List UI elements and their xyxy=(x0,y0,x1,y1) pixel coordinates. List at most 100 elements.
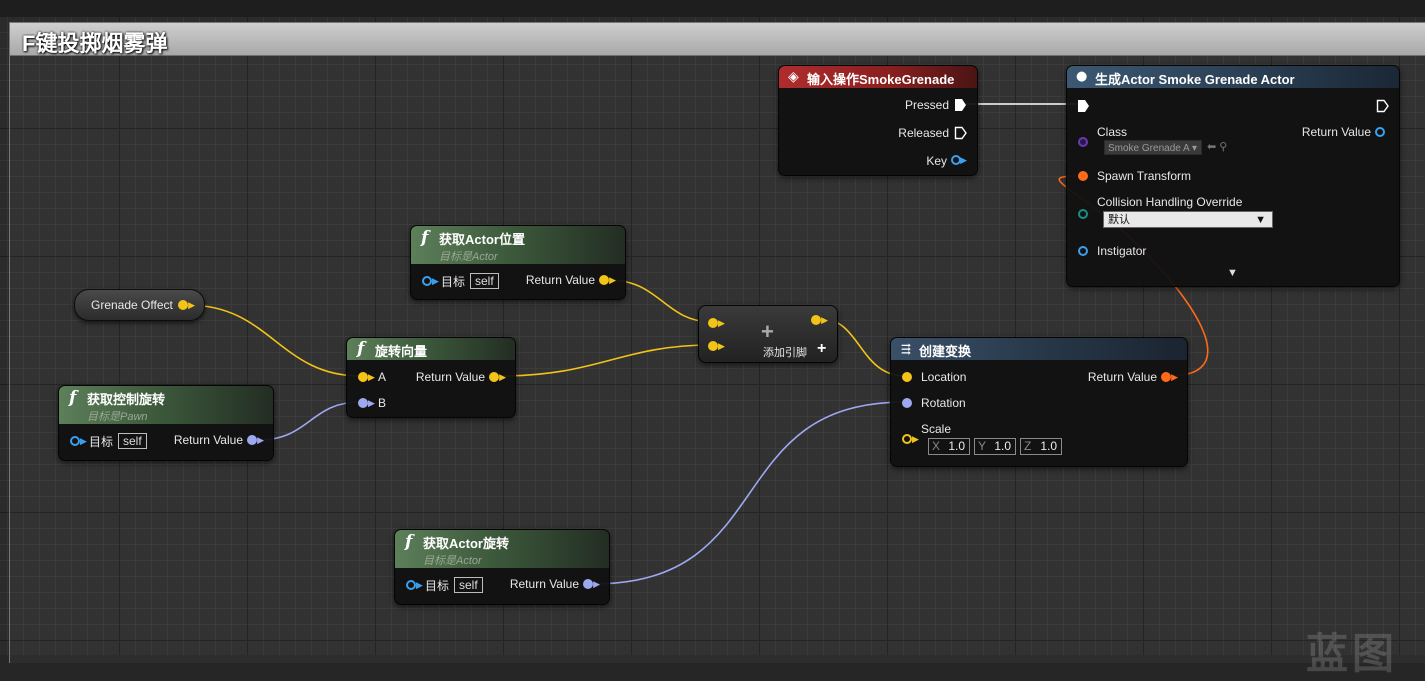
scale-z-axis: Z xyxy=(1024,439,1032,453)
input-action-node[interactable]: ◈ 输入操作SmokeGrenade Pressed Released Key … xyxy=(778,65,978,176)
watermark: 蓝图 xyxy=(1306,630,1399,677)
control-target-pin[interactable] xyxy=(70,436,80,446)
add-pin-label[interactable]: 添加引脚 xyxy=(763,344,807,360)
spawn-transform-pin[interactable] xyxy=(1078,171,1088,181)
location-pin[interactable] xyxy=(902,372,912,382)
transform-return-arrow-icon: ▶ xyxy=(1171,372,1178,382)
class-select[interactable]: Smoke Grenade A ▾ xyxy=(1104,140,1202,155)
add-input-a-pin[interactable] xyxy=(708,318,718,328)
actor-rotation-return-label: Return Value xyxy=(509,577,579,591)
function-icon: f xyxy=(357,339,365,359)
scale-pin[interactable] xyxy=(902,434,912,444)
actor-rotation-target-pin[interactable] xyxy=(406,580,416,590)
actor-rotation-return-arrow-icon: ▶ xyxy=(593,579,600,589)
released-exec-pin[interactable] xyxy=(954,126,967,140)
actor-rotation-return-pin[interactable] xyxy=(583,579,593,589)
dropdown-arrow-icon: ▼ xyxy=(1255,214,1266,226)
key-pin-arrow-icon: ▶ xyxy=(960,155,967,165)
wire-actor-rotation-to-rotation[interactable] xyxy=(592,401,906,585)
collision-dropdown[interactable]: 默认 ▼ xyxy=(1103,211,1273,228)
location-target-label: 目标 xyxy=(441,275,466,289)
scale-z-value: 1.0 xyxy=(1040,439,1057,453)
key-label: Key xyxy=(926,154,947,168)
scale-x-field[interactable]: X 1.0 xyxy=(928,438,970,455)
rotation-pin[interactable] xyxy=(902,398,912,408)
scale-z-field[interactable]: Z 1.0 xyxy=(1020,438,1062,455)
make-transform-node[interactable]: ⇶ 创建变换 Location Rotation ▶ Scale X 1.0 Y1… xyxy=(890,337,1188,467)
input-action-title: 输入操作SmokeGrenade xyxy=(807,72,955,87)
control-target-label: 目标 xyxy=(89,435,114,449)
input-action-header[interactable]: ◈ 输入操作SmokeGrenade xyxy=(779,66,977,88)
actor-rotation-self-box[interactable]: self xyxy=(454,577,483,593)
function-icon: f xyxy=(405,532,413,552)
pressed-label: Pressed xyxy=(904,98,949,112)
rotate-b-pin[interactable] xyxy=(358,398,368,408)
scale-y-field[interactable]: Y 1.0 xyxy=(974,438,1016,455)
class-select-value: Smoke Grenade A xyxy=(1108,143,1190,154)
rotate-vector-node[interactable]: f 旋转向量 ▶ A ▶ B Return Value ▶ xyxy=(346,337,516,418)
expand-advanced-icon[interactable]: ▼ xyxy=(1227,267,1238,279)
event-diamond-icon: ◈ xyxy=(788,69,799,85)
collision-pin[interactable] xyxy=(1078,209,1088,219)
wire-grenade-offect-to-a[interactable] xyxy=(187,304,361,377)
rotate-a-pin[interactable] xyxy=(358,372,368,382)
spawn-exec-out-pin[interactable] xyxy=(1376,99,1389,113)
add-input-b-arrow-icon: ▶ xyxy=(718,341,725,351)
rotation-label: Rotation xyxy=(921,396,966,410)
add-input-b-pin[interactable] xyxy=(708,341,718,351)
grenade-offect-variable[interactable]: Grenade Offect ▶ xyxy=(74,289,205,321)
make-struct-icon: ⇶ xyxy=(901,342,912,356)
spawn-actor-node[interactable]: ● 生成Actor Smoke Grenade Actor Class Smok… xyxy=(1066,65,1400,287)
location-return-pin[interactable] xyxy=(599,275,609,285)
spawn-return-label: Return Value xyxy=(1301,125,1371,139)
get-actor-rotation-subtitle: 目标是Actor xyxy=(423,555,482,567)
get-control-rotation-node[interactable]: f 获取控制旋转 目标是Pawn ▶ 目标 self Return Value … xyxy=(58,385,274,461)
control-return-arrow-icon: ▶ xyxy=(257,435,264,445)
transform-return-pin[interactable] xyxy=(1161,372,1171,382)
function-icon: f xyxy=(421,228,429,248)
spawn-exec-in-pin[interactable] xyxy=(1077,99,1090,113)
get-actor-location-subtitle: 目标是Actor xyxy=(439,251,498,263)
add-output-arrow-icon: ▶ xyxy=(821,315,828,325)
add-output-pin[interactable] xyxy=(811,315,821,325)
scale-y-axis: Y xyxy=(978,439,987,453)
spawn-return-pin[interactable] xyxy=(1375,127,1385,137)
make-transform-header[interactable]: ⇶ 创建变换 xyxy=(891,338,1187,360)
rotate-a-arrow-icon: ▶ xyxy=(368,372,375,382)
rotate-vector-header[interactable]: f 旋转向量 xyxy=(347,338,515,360)
class-browse-icons[interactable]: ⬅ ⚲ xyxy=(1207,140,1227,153)
rotate-b-label: B xyxy=(378,396,387,410)
location-target-pin[interactable] xyxy=(422,276,432,286)
add-input-a-arrow-icon: ▶ xyxy=(718,318,725,328)
add-pin-plus-icon[interactable]: + xyxy=(817,340,826,358)
add-vector-node[interactable]: ▶ ▶ + ▶ 添加引脚 + xyxy=(698,305,838,363)
location-return-arrow-icon: ▶ xyxy=(609,275,616,285)
scale-arrow-icon: ▶ xyxy=(912,434,919,444)
actor-rotation-target-label: 目标 xyxy=(425,579,450,593)
get-actor-location-header[interactable]: f 获取Actor位置 目标是Actor xyxy=(411,226,625,264)
get-actor-rotation-header[interactable]: f 获取Actor旋转 目标是Actor xyxy=(395,530,609,568)
location-self-box[interactable]: self xyxy=(470,273,499,289)
get-actor-location-node[interactable]: f 获取Actor位置 目标是Actor ▶ 目标 self Return Va… xyxy=(410,225,626,300)
rotate-return-pin[interactable] xyxy=(489,372,499,382)
location-target-arrow-icon: ▶ xyxy=(432,276,439,286)
scale-y-value: 1.0 xyxy=(994,439,1011,453)
function-icon: f xyxy=(69,388,77,408)
get-control-rotation-header[interactable]: f 获取控制旋转 目标是Pawn xyxy=(59,386,273,424)
get-actor-rotation-node[interactable]: f 获取Actor旋转 目标是Actor ▶ 目标 self Return Va… xyxy=(394,529,610,605)
released-label: Released xyxy=(898,126,949,140)
grenade-offect-pin[interactable] xyxy=(178,300,188,310)
instigator-pin[interactable] xyxy=(1078,246,1088,256)
add-symbol: + xyxy=(761,319,774,344)
spawn-actor-header[interactable]: ● 生成Actor Smoke Grenade Actor xyxy=(1067,66,1399,88)
location-return-label: Return Value xyxy=(525,273,595,287)
control-return-label: Return Value xyxy=(173,433,243,447)
instigator-label: Instigator xyxy=(1097,244,1147,258)
rotate-vector-title: 旋转向量 xyxy=(375,344,428,359)
pressed-exec-pin[interactable] xyxy=(954,98,967,112)
class-pin[interactable] xyxy=(1078,137,1088,147)
wire-rotate-to-add[interactable] xyxy=(499,344,713,377)
get-actor-rotation-title: 获取Actor旋转 xyxy=(423,536,509,551)
control-self-box[interactable]: self xyxy=(118,433,147,449)
control-return-pin[interactable] xyxy=(247,435,257,445)
